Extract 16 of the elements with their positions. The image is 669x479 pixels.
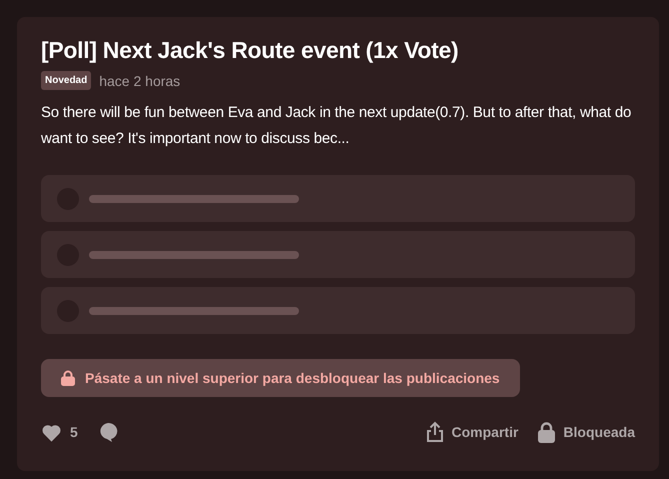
tag-label: Novedad bbox=[41, 71, 92, 90]
share-button[interactable]: Compartir bbox=[426, 421, 518, 443]
post-title: [Poll] Next Jack's Route event (1x Vote) bbox=[41, 37, 460, 64]
post-body: So there will be fun between Eva and Jack in the next update(0.7). But to after that, what do want to see? It's important now to discuss bec... bbox=[41, 103, 632, 149]
comment-icon[interactable] bbox=[98, 422, 118, 442]
poll-option[interactable] bbox=[41, 287, 635, 334]
lock-icon bbox=[61, 370, 75, 386]
locked-button[interactable]: Bloqueada bbox=[538, 422, 635, 442]
share-icon bbox=[426, 421, 444, 443]
post-time: hace 2 horas bbox=[99, 72, 180, 88]
heart-icon bbox=[41, 422, 62, 442]
lock-icon bbox=[538, 422, 556, 442]
like-button[interactable]: 5 bbox=[41, 422, 78, 442]
poll-option[interactable] bbox=[41, 175, 635, 222]
unlock-button[interactable]: Pásate a un nivel superior para desbloquear las publicaciones bbox=[41, 359, 520, 397]
poll-option[interactable] bbox=[41, 231, 635, 278]
